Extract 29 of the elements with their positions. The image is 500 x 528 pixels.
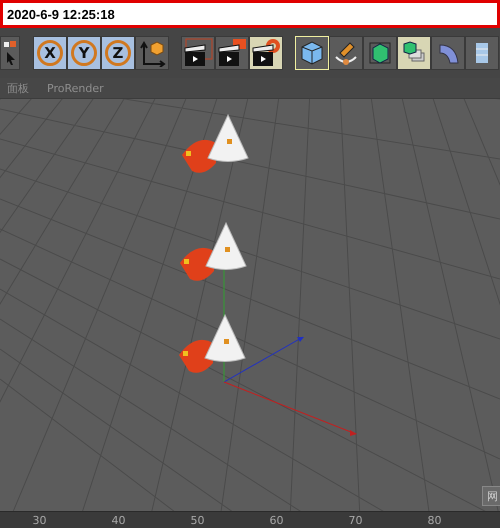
scene-button[interactable] — [465, 36, 499, 70]
axis-lock-button[interactable]: Z — [101, 36, 135, 70]
ruler-label: 60 — [268, 513, 284, 528]
subdivision-button[interactable] — [363, 36, 397, 70]
cone-object-drawing — [180, 222, 246, 281]
ruler-label: 40 — [110, 513, 126, 528]
ruler-label: 80 — [426, 513, 442, 528]
timestamp: 2020-6-9 12:25:18 — [7, 6, 115, 22]
ruler-label: 30 — [32, 513, 48, 528]
clapperboard-icon — [251, 38, 281, 68]
coords-button[interactable] — [135, 36, 169, 70]
deformer-button[interactable] — [431, 36, 465, 70]
cursor-icon — [2, 40, 18, 66]
cloner-button[interactable] — [397, 36, 431, 70]
render-settings-button[interactable] — [249, 36, 283, 70]
ruler-label: 70 — [348, 513, 364, 528]
render-region-button[interactable] — [181, 36, 215, 70]
cone-object-drawing — [182, 114, 248, 173]
axes-cube-icon — [138, 39, 166, 67]
clapperboard-icon — [217, 38, 247, 68]
axis-lock-button[interactable]: X — [33, 36, 67, 70]
ruler-label: 50 — [190, 513, 206, 528]
cone-object-drawing — [179, 314, 246, 373]
axis-lock-button[interactable]: Y — [67, 36, 101, 70]
render-view-button[interactable] — [215, 36, 249, 70]
select-button[interactable] — [0, 36, 20, 70]
clapperboard-icon — [183, 38, 213, 68]
cube-button[interactable] — [295, 36, 329, 70]
pen-button[interactable] — [329, 36, 363, 70]
